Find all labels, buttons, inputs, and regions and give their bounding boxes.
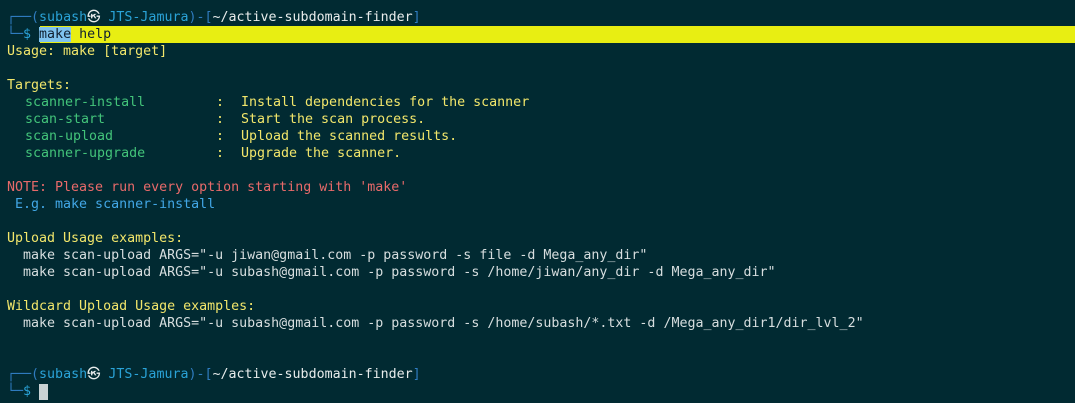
upload-example: make scan-upload ARGS="-u jiwan@gmail.co… <box>7 248 648 263</box>
prompt-bracket-end: ] <box>412 367 421 382</box>
prompt-path: ~/active-subdomain-finder <box>212 10 413 25</box>
usage-line: Usage: make [target] <box>7 44 168 59</box>
prompt-bracket: )-[ <box>188 10 213 25</box>
prompt-at-icon: ㉿ <box>87 10 101 25</box>
prompt-dollar: $ <box>23 384 32 399</box>
wildcard-heading: Wildcard Upload Usage examples: <box>7 299 256 314</box>
prompt-bracket: )-[ <box>188 367 213 382</box>
target-row: scan-start: Start the scan process. <box>7 111 425 128</box>
target-sep: : <box>216 112 225 127</box>
prompt-path: ~/active-subdomain-finder <box>212 367 413 382</box>
prompt-corner-bottom: └─ <box>7 27 24 42</box>
targets-heading: Targets: <box>7 78 72 93</box>
target-row: scanner-install: Install dependencies for… <box>7 94 529 111</box>
command-highlight <box>40 26 1075 43</box>
prompt-host: JTS-Jamura <box>108 367 189 382</box>
target-sep: : <box>216 95 225 110</box>
target-desc: Install dependencies for the scanner <box>241 95 530 110</box>
target-row: scanner-upgrade: Upgrade the scanner. <box>7 145 401 162</box>
target-name: scanner-upgrade <box>25 146 146 161</box>
upload-example: make scan-upload ARGS="-u subash@gmail.c… <box>7 265 776 280</box>
upload-heading: Upload Usage examples: <box>7 231 184 246</box>
prompt-user: subash <box>39 367 88 382</box>
text-cursor[interactable] <box>39 384 49 400</box>
target-sep: : <box>216 146 225 161</box>
target-row: scan-upload: Upload the scanned results. <box>7 128 457 145</box>
prompt-header: ┌──(subash㉿ JTS-Jamura)-[~/active-subdom… <box>7 9 421 26</box>
prompt-user: subash <box>39 10 88 25</box>
example-line: E.g. make scanner-install <box>7 197 216 212</box>
prompt-header-2: ┌──(subash㉿ JTS-Jamura)-[~/active-subdom… <box>7 366 421 383</box>
prompt-paren: ( <box>31 367 40 382</box>
target-name: scan-start <box>25 112 106 127</box>
target-name: scan-upload <box>25 129 114 144</box>
note-line: NOTE: Please run every option starting w… <box>7 180 408 195</box>
command-line[interactable]: └─$ make help <box>7 26 111 43</box>
target-name: scanner-install <box>25 95 146 110</box>
target-sep: : <box>216 129 225 144</box>
target-desc: Upload the scanned results. <box>241 129 458 144</box>
prompt-bracket-end: ] <box>412 10 421 25</box>
input-line[interactable]: └─$ <box>7 383 49 400</box>
command-argument: help <box>71 27 112 42</box>
prompt-host: JTS-Jamura <box>108 10 189 25</box>
target-desc: Upgrade the scanner. <box>241 146 402 161</box>
target-desc: Start the scan process. <box>241 112 426 127</box>
command-token: make <box>39 27 72 42</box>
wildcard-example: make scan-upload ARGS="-u subash@gmail.c… <box>7 316 864 331</box>
terminal-window[interactable]: ┌──(subash㉿ JTS-Jamura)-[~/active-subdom… <box>0 0 1075 403</box>
prompt-at-icon: ㉿ <box>87 367 101 382</box>
prompt-corner: ┌── <box>7 367 32 382</box>
prompt-dollar: $ <box>23 27 32 42</box>
prompt-corner: ┌── <box>7 10 32 25</box>
prompt-paren: ( <box>31 10 40 25</box>
prompt-corner-bottom: └─ <box>7 384 24 399</box>
